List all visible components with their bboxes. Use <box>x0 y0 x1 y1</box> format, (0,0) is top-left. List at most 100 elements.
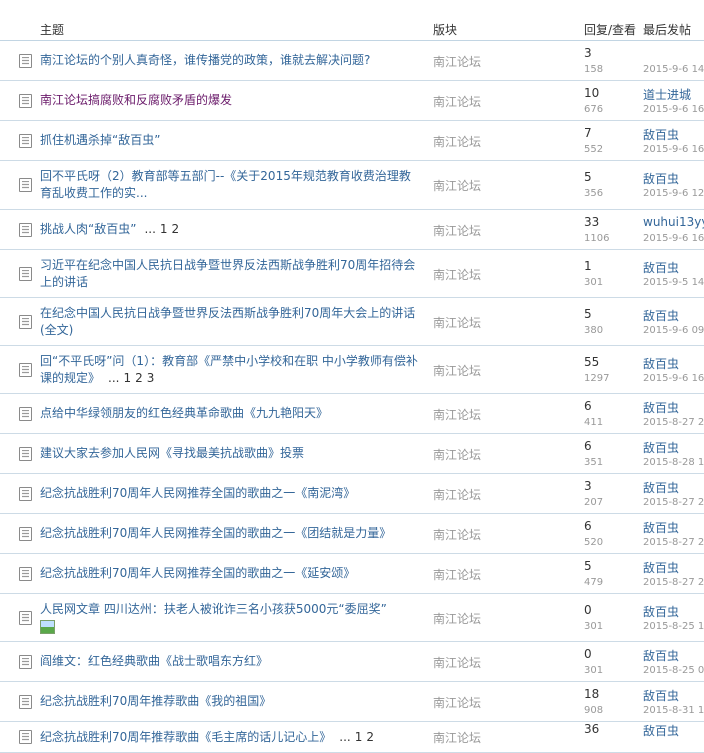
thread-doc-icon[interactable] <box>19 486 32 501</box>
last-post-date-link[interactable]: 2015-9-6 09: <box>643 325 704 336</box>
thread-doc-icon[interactable] <box>19 314 32 329</box>
thread-forum-link[interactable]: 南江论坛 <box>433 222 481 239</box>
thread-forum-link[interactable]: 南江论坛 <box>433 486 481 503</box>
thread-title-link[interactable]: 习近平在纪念中国人民抗日战争暨世界反法西斯战争胜利70周年招待会上的讲话 <box>40 257 418 291</box>
thread-doc-icon[interactable] <box>19 730 32 744</box>
thread-forum-link[interactable]: 南江论坛 <box>433 266 481 283</box>
thread-page-link[interactable]: 2 <box>135 371 143 385</box>
thread-doc-icon[interactable] <box>19 610 32 625</box>
last-post-author-link[interactable]: 敌百虫 <box>643 722 679 739</box>
thread-title-text[interactable]: 回不平氏呀（2）教育部等五部门--《关于2015年规范教育收费治理教育乱收费工作… <box>40 169 411 200</box>
last-post-date-link[interactable]: 2015-9-6 16: <box>643 233 704 244</box>
thread-forum-link[interactable]: 南江论坛 <box>433 566 481 583</box>
thread-title-link[interactable]: 挑战人肉“敌百虫”... 1 2 <box>40 221 418 238</box>
thread-title-text[interactable]: 纪念抗战胜利70周年人民网推荐全国的歌曲之一《南泥湾》 <box>40 486 355 500</box>
thread-title-link[interactable]: 南江论坛的个别人真奇怪，谁传播党的政策，谁就去解决问题? <box>40 52 418 69</box>
last-post-author-link[interactable]: 敌百虫 <box>643 479 679 496</box>
thread-forum-link[interactable]: 南江论坛 <box>433 362 481 379</box>
thread-doc-icon[interactable] <box>19 178 32 192</box>
thread-title-link[interactable]: 在纪念中国人民抗日战争暨世界反法西斯战争胜利70周年大会上的讲话(全文) <box>40 305 418 339</box>
last-post-date-link[interactable]: 2015-9-6 12: <box>643 188 704 199</box>
last-post-author-link[interactable]: 敌百虫 <box>643 126 679 143</box>
thread-title-text[interactable]: 纪念抗战胜利70周年推荐歌曲《毛主席的话儿记心上》 <box>40 730 331 744</box>
thread-forum-link[interactable]: 南江论坛 <box>433 526 481 543</box>
thread-page-link[interactable]: 1 <box>123 371 131 385</box>
thread-title-link[interactable]: 纪念抗战胜利70周年人民网推荐全国的歌曲之一《南泥湾》 <box>40 485 418 502</box>
thread-title-text[interactable]: 抓住机遇杀掉“敌百虫” <box>40 133 160 147</box>
thread-title-link[interactable]: 回不平氏呀（2）教育部等五部门--《关于2015年规范教育收费治理教育乱收费工作… <box>40 168 418 202</box>
thread-forum-link[interactable]: 南江论坛 <box>433 53 481 70</box>
thread-doc-icon[interactable] <box>19 93 32 108</box>
thread-title-link[interactable]: 纪念抗战胜利70周年人民网推荐全国的歌曲之一《延安颂》 <box>40 565 418 582</box>
thread-forum-link[interactable]: 南江论坛 <box>433 93 481 110</box>
thread-forum-link[interactable]: 南江论坛 <box>433 694 481 711</box>
thread-page-link[interactable]: 1 <box>160 222 168 236</box>
thread-doc-icon[interactable] <box>19 654 32 669</box>
last-post-date-link[interactable]: 2015-8-27 21: <box>643 497 704 508</box>
last-post-author-link[interactable]: 敌百虫 <box>643 687 679 704</box>
thread-title-text[interactable]: 在纪念中国人民抗日战争暨世界反法西斯战争胜利70周年大会上的讲话(全文) <box>40 306 415 337</box>
thread-title-link[interactable]: 阎维文：红色经典歌曲《战士歌唱东方红》 <box>40 653 418 670</box>
thread-title-text[interactable]: 回“不平氏呀”问（1）：教育部《严禁中小学校和在职 中小学教师有偿补课的规定》 <box>40 354 418 385</box>
last-post-date-link[interactable]: 2015-9-6 16: <box>643 104 704 115</box>
thread-title-link[interactable]: 纪念抗战胜利70周年推荐歌曲《我的祖国》 <box>40 693 418 710</box>
thread-title-text[interactable]: 纪念抗战胜利70周年人民网推荐全国的歌曲之一《团结就是力量》 <box>40 526 391 540</box>
last-post-date-link[interactable]: 2015-9-6 16: <box>643 373 704 384</box>
thread-page-link[interactable]: 2 <box>366 730 374 744</box>
thread-title-text[interactable]: 纪念抗战胜利70周年推荐歌曲《我的祖国》 <box>40 694 271 708</box>
thread-doc-icon[interactable] <box>19 406 32 421</box>
last-post-author-link[interactable]: 敌百虫 <box>643 307 679 324</box>
last-post-author-link[interactable]: 敌百虫 <box>643 559 679 576</box>
thread-forum-link[interactable]: 南江论坛 <box>433 654 481 671</box>
last-post-author-link[interactable]: 敌百虫 <box>643 355 679 372</box>
last-post-author-link[interactable]: 敌百虫 <box>643 259 679 276</box>
thread-title-link[interactable]: 回“不平氏呀”问（1）：教育部《严禁中小学校和在职 中小学教师有偿补课的规定》.… <box>40 353 418 387</box>
thread-title-text[interactable]: 阎维文：红色经典歌曲《战士歌唱东方红》 <box>40 654 268 668</box>
last-post-author-link[interactable]: wuhui13yyy <box>643 215 704 229</box>
thread-doc-icon[interactable] <box>19 222 32 237</box>
last-post-date-link[interactable]: 2015-8-28 14: <box>643 457 704 468</box>
thread-title-link[interactable]: 点给中华绿领朋友的红色经典革命歌曲《九九艳阳天》 <box>40 405 418 422</box>
last-post-date-link[interactable]: 2015-9-5 14: <box>643 277 704 288</box>
last-post-date-link[interactable]: 2015-8-25 12: <box>643 621 704 632</box>
thread-title-text[interactable]: 点给中华绿领朋友的红色经典革命歌曲《九九艳阳天》 <box>40 406 328 420</box>
last-post-date-link[interactable]: 2015-8-27 22: <box>643 417 704 428</box>
thread-title-link[interactable]: 建议大家去参加人民网《寻找最美抗战歌曲》投票 <box>40 445 418 462</box>
last-post-date-link[interactable]: 2015-8-25 08: <box>643 665 704 676</box>
last-post-date-link[interactable]: 2015-9-6 14: <box>643 64 704 75</box>
thread-title-text[interactable]: 挑战人肉“敌百虫” <box>40 222 136 236</box>
thread-forum-link[interactable]: 南江论坛 <box>433 729 481 746</box>
thread-forum-link[interactable]: 南江论坛 <box>433 446 481 463</box>
last-post-author-link[interactable]: 敌百虫 <box>643 519 679 536</box>
thread-title-text[interactable]: 纪念抗战胜利70周年人民网推荐全国的歌曲之一《延安颂》 <box>40 566 355 580</box>
last-post-author-link[interactable]: 敌百虫 <box>643 603 679 620</box>
last-post-date-link[interactable]: 2015-8-31 12: <box>643 705 704 716</box>
last-post-author-link[interactable]: 敌百虫 <box>643 439 679 456</box>
thread-title-text[interactable]: 建议大家去参加人民网《寻找最美抗战歌曲》投票 <box>40 446 304 460</box>
last-post-author-link[interactable]: 敌百虫 <box>643 170 679 187</box>
thread-doc-icon[interactable] <box>19 526 32 541</box>
thread-title-text[interactable]: 人民网文章 四川达州：扶老人被讹诈三名小孩获5000元“委屈奖” <box>40 602 387 616</box>
thread-forum-link[interactable]: 南江论坛 <box>433 610 481 627</box>
thread-title-link[interactable]: 纪念抗战胜利70周年人民网推荐全国的歌曲之一《团结就是力量》 <box>40 525 418 542</box>
thread-forum-link[interactable]: 南江论坛 <box>433 314 481 331</box>
thread-page-link[interactable]: 3 <box>147 371 155 385</box>
thread-doc-icon[interactable] <box>19 694 32 709</box>
thread-title-link[interactable]: 抓住机遇杀掉“敌百虫” <box>40 132 418 149</box>
thread-page-link[interactable]: 2 <box>172 222 180 236</box>
last-post-author-link[interactable]: 敌百虫 <box>643 647 679 664</box>
thread-doc-icon[interactable] <box>19 266 32 281</box>
last-post-date-link[interactable]: 2015-8-27 21: <box>643 577 704 588</box>
thread-doc-icon[interactable] <box>19 53 32 68</box>
thread-title-text[interactable]: 南江论坛搞腐败和反腐败矛盾的爆发 <box>40 93 232 107</box>
thread-forum-link[interactable]: 南江论坛 <box>433 406 481 423</box>
thread-doc-icon[interactable] <box>19 566 32 581</box>
thread-page-link[interactable]: 1 <box>355 730 363 744</box>
thread-forum-link[interactable]: 南江论坛 <box>433 177 481 194</box>
last-post-author-link[interactable]: 敌百虫 <box>643 399 679 416</box>
thread-forum-link[interactable]: 南江论坛 <box>433 133 481 150</box>
thread-title-text[interactable]: 南江论坛的个别人真奇怪，谁传播党的政策，谁就去解决问题? <box>40 53 370 67</box>
thread-title-link[interactable]: 南江论坛搞腐败和反腐败矛盾的爆发 <box>40 92 418 109</box>
last-post-author-link[interactable]: 道士进城 <box>643 86 691 103</box>
thread-doc-icon[interactable] <box>19 133 32 148</box>
